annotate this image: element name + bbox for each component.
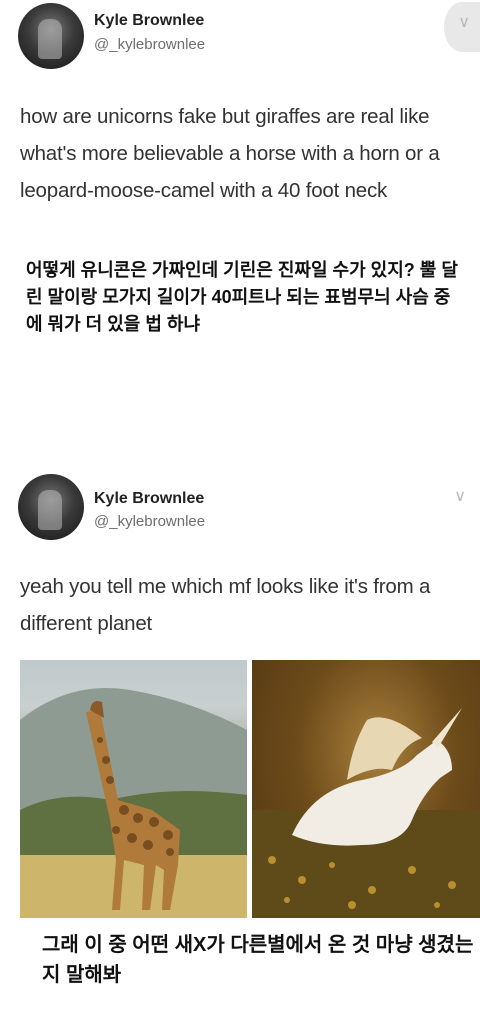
chevron-down-icon[interactable]: ∨: [454, 486, 466, 506]
unicorn-photo[interactable]: [252, 660, 480, 918]
caption: 그래 이 중 어떤 새X가 다른별에서 온 것 마냥 생겼는지 말해봐: [42, 934, 474, 986]
avatar[interactable]: [18, 3, 84, 69]
tweet-images: [20, 660, 480, 918]
avatar[interactable]: [18, 474, 84, 540]
tweet-header: Kyle Brownlee @_kylebrownlee ∨: [0, 468, 480, 548]
author-handle[interactable]: @_kylebrownlee: [94, 513, 205, 530]
giraffe-illustration: [20, 688, 247, 918]
tweet-1: Kyle Brownlee @_kylebrownlee ∨ how are u…: [0, 0, 480, 334]
tweet-header: Kyle Brownlee @_kylebrownlee ∨: [0, 0, 480, 80]
tweet-2: Kyle Brownlee @_kylebrownlee ∨ yeah you …: [0, 468, 480, 635]
giraffe-photo[interactable]: [20, 660, 247, 918]
author-handle[interactable]: @_kylebrownlee: [94, 36, 205, 53]
unicorn-illustration: [252, 708, 480, 918]
chevron-down-icon[interactable]: ∨: [458, 12, 470, 32]
tweet-text: how are unicorns fake but giraffes are r…: [20, 105, 440, 202]
tweet-text: yeah you tell me which mf looks like it'…: [20, 575, 431, 635]
author-name[interactable]: Kyle Brownlee: [94, 12, 204, 30]
korean-translation: 어떻게 유니콘은 가짜인데 기린은 진짜일 수가 있지? 뿔 달린 말이랑 모가…: [26, 260, 458, 334]
author-name[interactable]: Kyle Brownlee: [94, 490, 204, 508]
